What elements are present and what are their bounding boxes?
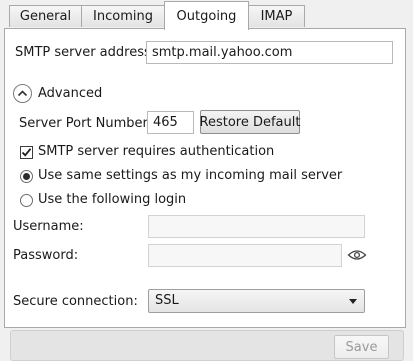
tab-general[interactable]: General [9, 5, 82, 27]
password-label: Password: [13, 248, 79, 263]
tab-outgoing-label: Outgoing [176, 8, 237, 24]
requires-auth-checkbox[interactable] [20, 146, 33, 159]
secure-connection-label: Secure connection: [13, 294, 138, 309]
same-settings-label: Use same settings as my incoming mail se… [38, 168, 343, 183]
following-login-label: Use the following login [38, 192, 187, 207]
checkmark-icon [21, 148, 32, 157]
server-port-label: Server Port Number: [19, 116, 153, 131]
tab-incoming-label: Incoming [93, 9, 153, 24]
restore-default-button[interactable]: Restore Default [200, 110, 300, 134]
requires-auth-label: SMTP server requires authentication [38, 144, 275, 159]
following-login-radio[interactable] [20, 194, 33, 207]
save-button-label: Save [345, 339, 378, 355]
tab-imap[interactable]: IMAP [248, 5, 305, 27]
secure-connection-value: SSL [155, 293, 179, 308]
outgoing-settings-panel: SMTP server address smtp.mail.yahoo.com … [4, 28, 406, 328]
tab-outgoing[interactable]: Outgoing [164, 1, 249, 30]
same-settings-radio[interactable] [20, 170, 33, 183]
advanced-label: Advanced [38, 86, 103, 101]
username-label: Username: [13, 219, 84, 234]
eye-icon[interactable] [347, 248, 367, 262]
password-input[interactable] [148, 244, 342, 267]
bottom-action-bar: Save [10, 330, 404, 361]
restore-default-label: Restore Default [199, 114, 301, 130]
tab-imap-label: IMAP [260, 9, 293, 24]
tab-general-label: General [19, 9, 72, 24]
smtp-server-label: SMTP server address [15, 45, 151, 60]
save-button[interactable]: Save [334, 335, 389, 359]
username-input[interactable] [148, 215, 365, 238]
server-port-input[interactable]: 465 [147, 111, 194, 134]
chevron-up-icon [17, 90, 28, 97]
chevron-down-icon [349, 299, 357, 304]
advanced-expander-button[interactable] [13, 84, 32, 103]
secure-connection-select[interactable]: SSL [148, 289, 365, 313]
tab-incoming[interactable]: Incoming [81, 5, 165, 27]
smtp-server-input[interactable]: smtp.mail.yahoo.com [146, 41, 393, 64]
